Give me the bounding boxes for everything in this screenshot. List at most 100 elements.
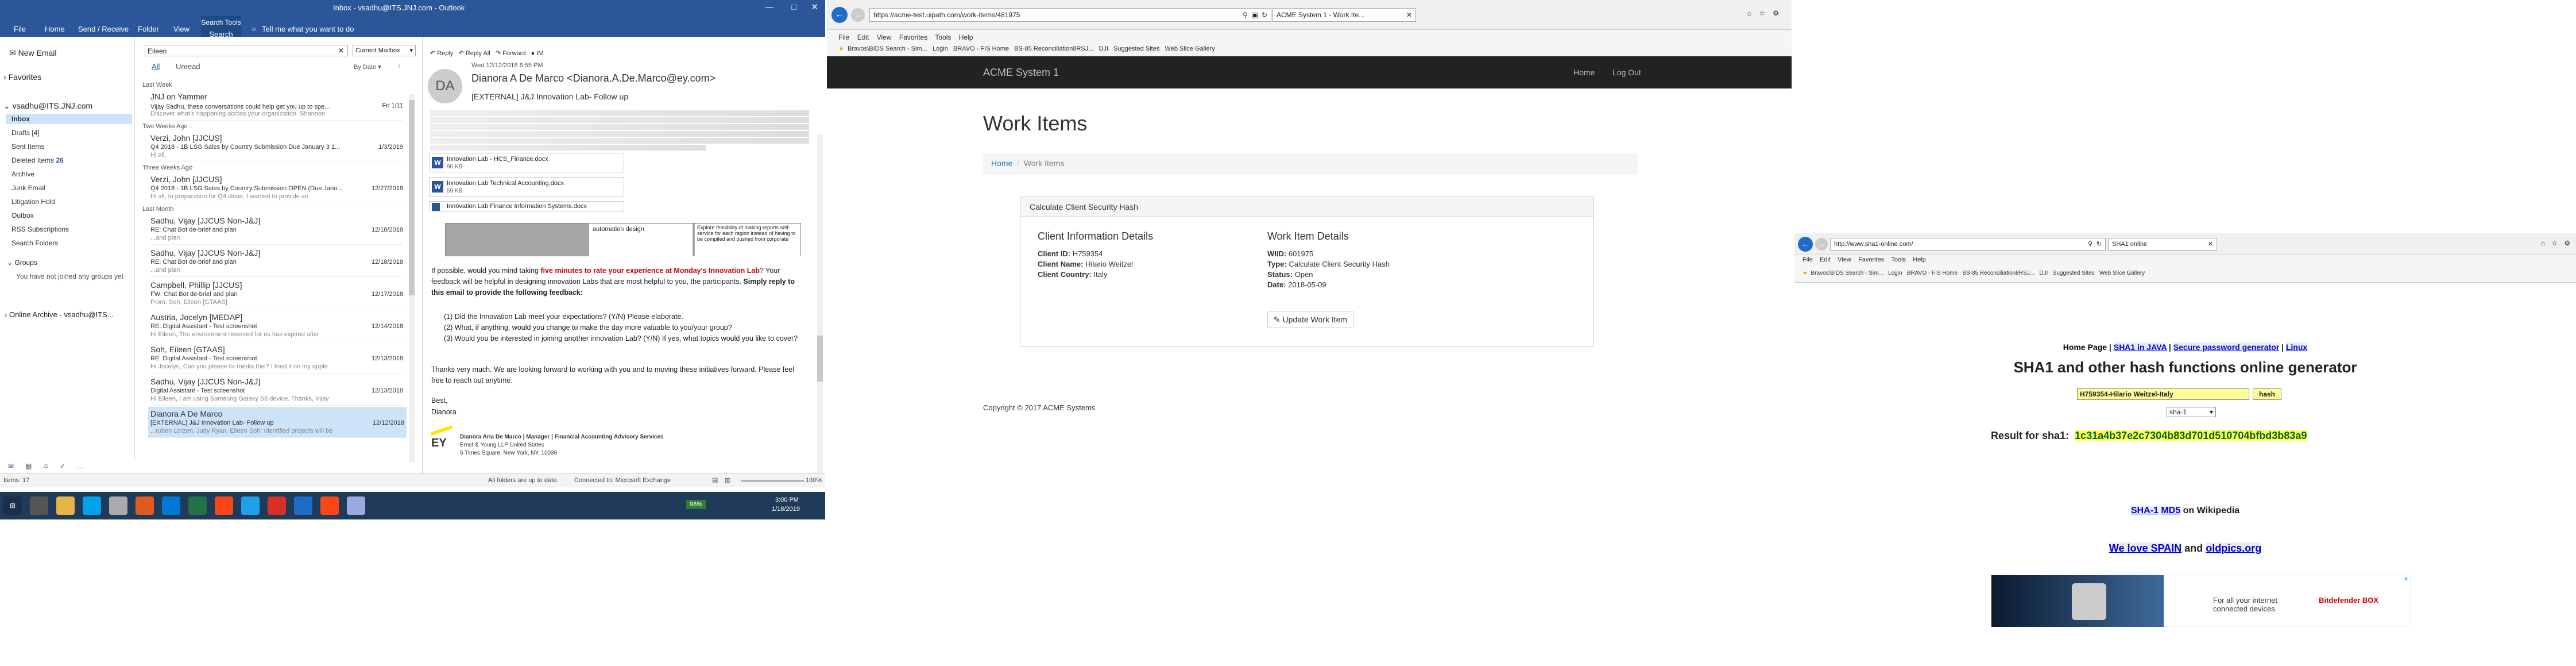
sender[interactable]: Dianora A De Marco <Dianora.A.De.Marco@e… bbox=[471, 72, 715, 84]
menu-file[interactable]: File bbox=[838, 33, 849, 41]
nav-sha1-java[interactable]: SHA1 in JAVA bbox=[2113, 342, 2167, 352]
close-icon[interactable]: ✕ bbox=[1406, 11, 1412, 19]
folder-archive[interactable]: Archive bbox=[11, 170, 34, 178]
outlook-icon[interactable] bbox=[162, 496, 180, 515]
maximize-icon[interactable]: □ bbox=[792, 2, 796, 11]
oldpics-link[interactable]: oldpics.org bbox=[2206, 542, 2262, 554]
excel-icon[interactable] bbox=[188, 496, 207, 515]
online-archive[interactable]: › Online Archive - vsadhu@ITS... bbox=[5, 310, 114, 319]
search-icon[interactable]: ⚲ bbox=[1243, 11, 1248, 19]
folder-junk[interactable]: Junk Email bbox=[11, 184, 45, 192]
scrollbar-thumb[interactable] bbox=[409, 100, 415, 295]
clock-time[interactable]: 3:00 PM bbox=[775, 496, 799, 503]
lock-icon[interactable]: ▣ bbox=[1252, 11, 1258, 19]
folder-outbox[interactable]: Outbox bbox=[11, 211, 34, 220]
menu-favorites[interactable]: Favorites bbox=[1858, 256, 1884, 263]
hash-input[interactable]: H759354-Hilario Weitzel-Italy bbox=[2077, 388, 2249, 400]
update-work-item-button[interactable]: ✎ Update Work Item bbox=[1267, 311, 1353, 328]
tab-home[interactable]: Home bbox=[45, 25, 65, 33]
group-header[interactable]: Two Weeks Ago bbox=[142, 123, 188, 130]
mail-icon[interactable]: ✉ bbox=[8, 462, 14, 470]
favorites-star-icon[interactable]: ★ bbox=[1803, 270, 1808, 276]
tab-send-receive[interactable]: Send / Receive bbox=[78, 25, 129, 33]
search-input[interactable]: Eileen ✕ bbox=[145, 45, 348, 56]
task-view-icon[interactable] bbox=[30, 496, 48, 515]
folder-inbox[interactable]: Inbox bbox=[11, 115, 30, 123]
favorites-star-icon[interactable]: ☆ bbox=[2551, 239, 2558, 247]
battery-indicator[interactable]: 96% bbox=[686, 500, 706, 509]
search-icon[interactable]: ⚲ bbox=[2088, 240, 2092, 248]
app-icon[interactable] bbox=[109, 496, 127, 515]
folder-search-folders[interactable]: Search Folders bbox=[11, 239, 58, 247]
favorites-star-icon[interactable]: ☆ bbox=[1759, 9, 1765, 17]
fav-link[interactable]: Web Slice Gallery bbox=[1165, 45, 1215, 52]
menu-file[interactable]: File bbox=[1803, 256, 1813, 263]
group-header[interactable]: Last Month bbox=[142, 206, 173, 213]
tab-file[interactable]: File bbox=[14, 25, 26, 33]
list-item[interactable]: Soh, Eileen [GTAAS] RE: Digital Assistan… bbox=[150, 342, 403, 374]
folder-drafts[interactable]: Drafts [4] bbox=[11, 129, 40, 137]
folder-rss[interactable]: RSS Subscriptions bbox=[11, 225, 69, 233]
group-header[interactable]: Three Weeks Ago bbox=[142, 164, 192, 171]
hash-button[interactable]: hash bbox=[2253, 388, 2281, 400]
nav-linux[interactable]: Linux bbox=[2285, 342, 2308, 352]
fav-link[interactable]: Login bbox=[1888, 270, 1902, 276]
nav-password-generator[interactable]: Secure password generator bbox=[2173, 342, 2280, 352]
scrollbar[interactable] bbox=[409, 94, 415, 462]
list-item[interactable]: Sadhu, Vijay [JJCUS Non-J&J] Digital Ass… bbox=[150, 375, 403, 406]
tell-me-box[interactable]: Tell me what you want to do bbox=[262, 25, 354, 33]
fav-link[interactable]: DJI bbox=[2039, 270, 2048, 276]
gear-icon[interactable]: ⚙ bbox=[1773, 9, 1779, 17]
tab-view[interactable]: View bbox=[173, 25, 189, 33]
attachment[interactable]: W Innovation Lab - HCS_Finance.docx 90 K… bbox=[429, 153, 624, 172]
menu-view[interactable]: View bbox=[877, 33, 892, 41]
menu-edit[interactable]: Edit bbox=[1820, 256, 1831, 263]
favorites-header[interactable]: › Favorites bbox=[3, 72, 41, 82]
tab-folder[interactable]: Folder bbox=[138, 25, 159, 33]
im-button[interactable]: ● IM bbox=[531, 50, 544, 57]
fav-link[interactable]: BS-85 Reconciliation8RSJ... bbox=[1014, 45, 1093, 52]
scrollbar-thumb[interactable] bbox=[817, 336, 823, 382]
folder-litigation-hold[interactable]: Litigation Hold bbox=[11, 198, 55, 206]
reply-button[interactable]: ↶ Reply bbox=[430, 50, 453, 57]
sort-by-date[interactable]: By Date ▾ bbox=[354, 63, 381, 71]
menu-edit[interactable]: Edit bbox=[857, 33, 869, 41]
home-icon[interactable]: ⌂ bbox=[1747, 9, 1751, 17]
filter-unread[interactable]: Unread bbox=[176, 62, 200, 71]
new-email-button[interactable]: ✉ New Email bbox=[9, 48, 57, 58]
menu-view[interactable]: View bbox=[1838, 256, 1851, 263]
browser-tab[interactable]: SHA1 online ✕ bbox=[2108, 238, 2217, 251]
attachment[interactable]: W Innovation Lab Technical Accounting.do… bbox=[429, 177, 624, 197]
fav-link[interactable]: BRAVO - FIS Home bbox=[1907, 270, 1958, 276]
sort-direction-icon[interactable]: ↑ bbox=[397, 62, 401, 70]
nav-home-page[interactable]: Home Page bbox=[2063, 342, 2107, 352]
home-icon[interactable]: ⌂ bbox=[2541, 239, 2545, 247]
menu-favorites[interactable]: Favorites bbox=[899, 33, 927, 41]
uipath-icon[interactable] bbox=[215, 496, 233, 515]
edge-icon[interactable] bbox=[294, 496, 312, 515]
more-icon[interactable]: … bbox=[77, 462, 84, 470]
list-item[interactable]: Verzi, John [JJCUS] Q4 2018 - 1B LSG Sal… bbox=[150, 131, 403, 162]
chrome-icon[interactable] bbox=[268, 496, 286, 515]
fav-link[interactable]: Web Slice Gallery bbox=[2099, 270, 2145, 276]
breadcrumb-home[interactable]: Home bbox=[991, 159, 1012, 168]
ie-icon[interactable] bbox=[241, 496, 260, 515]
ad-close-icon[interactable]: ✕ bbox=[2404, 576, 2408, 583]
nav-home[interactable]: Home bbox=[1573, 68, 1595, 77]
skype-icon[interactable] bbox=[83, 496, 101, 515]
fav-link[interactable]: Login bbox=[933, 45, 948, 52]
clock-date[interactable]: 1/18/2019 bbox=[772, 506, 800, 513]
reply-all-button[interactable]: ↶ Reply All bbox=[459, 50, 490, 57]
wiki-md5-link[interactable]: MD5 bbox=[2161, 506, 2181, 515]
wiki-sha1-link[interactable]: SHA-1 bbox=[2130, 506, 2159, 515]
menu-help[interactable]: Help bbox=[1913, 256, 1926, 263]
folder-sent[interactable]: Sent Items bbox=[11, 143, 44, 151]
advertisement[interactable]: For all your internet connected devices.… bbox=[1991, 575, 2411, 627]
fav-link[interactable]: BS-85 Reconciliation8RSJ... bbox=[1962, 270, 2035, 276]
app-icon[interactable] bbox=[347, 496, 365, 515]
zoom-slider[interactable] bbox=[741, 480, 804, 482]
group-header[interactable]: Last Week bbox=[142, 82, 172, 88]
list-item[interactable]: Sadhu, Vijay [JJCUS Non-J&J] RE: Chat Bo… bbox=[150, 214, 403, 245]
url-field[interactable]: http://www.sha1-online.com/ ⚲ ↻ bbox=[1830, 238, 2106, 251]
url-field[interactable]: https://acme-test.uipath.com/work-items/… bbox=[869, 8, 1271, 22]
